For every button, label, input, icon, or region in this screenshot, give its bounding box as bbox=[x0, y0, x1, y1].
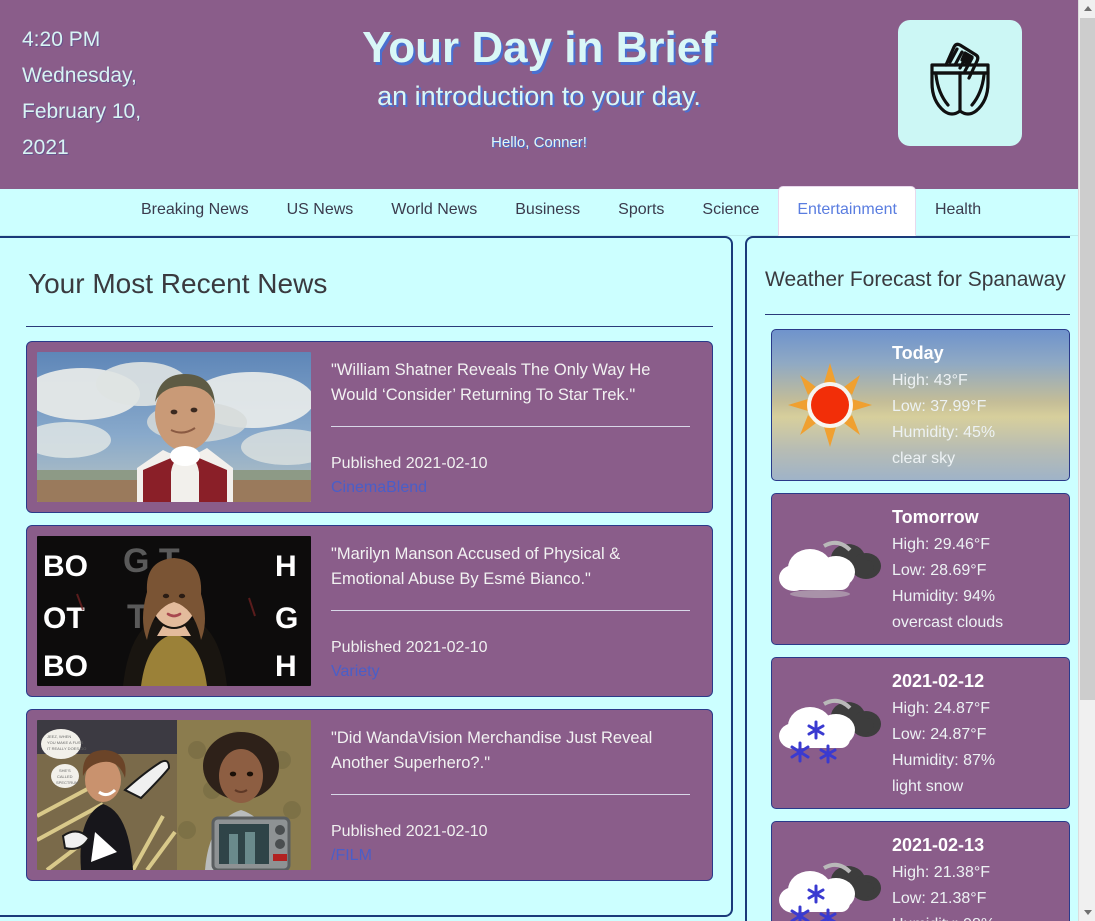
article-thumbnail[interactable] bbox=[37, 352, 311, 502]
svg-text:H: H bbox=[275, 550, 297, 583]
weather-day-label: Today bbox=[892, 343, 944, 363]
main-content: Your Most Recent News "William Shatner R… bbox=[0, 236, 1078, 921]
article-title[interactable]: "William Shatner Reveals The Only Way He… bbox=[331, 358, 690, 408]
tab-entertainment[interactable]: Entertainment bbox=[778, 186, 916, 236]
weather-day-info: Today High: 43°F Low: 37.99°F Humidity: … bbox=[888, 338, 1069, 472]
weather-low: Low: 37.99°F bbox=[892, 398, 987, 415]
news-heading-divider bbox=[26, 326, 713, 327]
weather-day-card[interactable]: 2021-02-12 High: 24.87°F Low: 24.87°F Hu… bbox=[771, 657, 1070, 809]
article-divider bbox=[331, 426, 690, 427]
article-thumbnail[interactable]: JEEZ, WHEN YOU MAKE A FUSS IT REALLY DOES… bbox=[37, 720, 311, 870]
weather-heading-divider bbox=[765, 314, 1070, 315]
weather-day-label: Tomorrow bbox=[892, 507, 979, 527]
weather-condition: light snow bbox=[892, 778, 964, 795]
article-source-link[interactable]: Variety bbox=[331, 660, 690, 684]
underwear-newspaper-icon bbox=[912, 35, 1008, 131]
svg-text:SPECTRUM: SPECTRUM bbox=[56, 780, 78, 785]
snow-cloud-icon bbox=[772, 678, 888, 788]
news-article-card[interactable]: BO OT BO H G H G T T "Marilyn Manson Acc… bbox=[26, 525, 713, 697]
snow-cloud-icon bbox=[772, 842, 888, 921]
svg-text:SHE'S: SHE'S bbox=[59, 768, 71, 773]
svg-text:OT: OT bbox=[43, 602, 85, 635]
weather-day-info: 2021-02-13 High: 21.38°F Low: 21.38°F Hu… bbox=[888, 830, 1069, 921]
weather-high: High: 24.87°F bbox=[892, 700, 991, 717]
svg-text:IT REALLY DOES GO: IT REALLY DOES GO bbox=[47, 746, 86, 751]
browser-page: 4:20 PM Wednesday, February 10, 2021 You… bbox=[0, 0, 1095, 921]
weather-day-card[interactable]: Tomorrow High: 29.46°F Low: 28.69°F Humi… bbox=[771, 493, 1070, 645]
sun-icon bbox=[772, 350, 888, 460]
app-logo[interactable] bbox=[898, 20, 1022, 146]
article-divider bbox=[331, 610, 690, 611]
article-published-date: Published 2021-02-10 bbox=[331, 455, 488, 472]
article-divider bbox=[331, 794, 690, 795]
tab-us-news[interactable]: US News bbox=[268, 186, 373, 235]
article-meta: Published 2021-02-10 Variety bbox=[331, 636, 690, 686]
tab-world-news[interactable]: World News bbox=[372, 186, 496, 235]
article-meta: Published 2021-02-10 /FILM bbox=[331, 820, 690, 870]
news-article-card[interactable]: JEEZ, WHEN YOU MAKE A FUSS IT REALLY DOES… bbox=[26, 709, 713, 881]
tab-science[interactable]: Science bbox=[683, 186, 778, 235]
weather-day-info: 2021-02-12 High: 24.87°F Low: 24.87°F Hu… bbox=[888, 666, 1069, 800]
article-thumbnail[interactable]: BO OT BO H G H G T T bbox=[37, 536, 311, 686]
weather-high: High: 43°F bbox=[892, 372, 968, 389]
news-panel-heading: Your Most Recent News bbox=[28, 268, 328, 299]
tab-breaking-news[interactable]: Breaking News bbox=[122, 186, 268, 235]
vertical-scrollbar[interactable] bbox=[1078, 0, 1095, 921]
scroll-down-icon[interactable] bbox=[1079, 904, 1095, 921]
svg-text:BO: BO bbox=[43, 550, 88, 583]
page-header: 4:20 PM Wednesday, February 10, 2021 You… bbox=[0, 0, 1078, 189]
page-viewport: 4:20 PM Wednesday, February 10, 2021 You… bbox=[0, 0, 1078, 921]
weather-high: High: 21.38°F bbox=[892, 864, 991, 881]
tab-sports[interactable]: Sports bbox=[599, 186, 683, 235]
weather-humidity: Humidity: 94% bbox=[892, 588, 996, 605]
tab-health[interactable]: Health bbox=[916, 186, 1000, 235]
svg-text:CALLED: CALLED bbox=[57, 774, 73, 779]
scroll-up-icon[interactable] bbox=[1079, 0, 1095, 17]
article-published-date: Published 2021-02-10 bbox=[331, 639, 488, 656]
weather-condition: overcast clouds bbox=[892, 614, 1004, 631]
weather-day-card[interactable]: Today High: 43°F Low: 37.99°F Humidity: … bbox=[771, 329, 1070, 481]
weather-low: Low: 28.69°F bbox=[892, 562, 987, 579]
news-article-card[interactable]: "William Shatner Reveals The Only Way He… bbox=[26, 341, 713, 513]
svg-text:YOU MAKE A FUSS: YOU MAKE A FUSS bbox=[47, 740, 84, 745]
weather-humidity: Humidity: 45% bbox=[892, 424, 996, 441]
article-title[interactable]: "Marilyn Manson Accused of Physical & Em… bbox=[331, 542, 690, 592]
article-body: "Did WandaVision Merchandise Just Reveal… bbox=[311, 720, 702, 870]
article-title[interactable]: "Did WandaVision Merchandise Just Reveal… bbox=[331, 726, 690, 776]
weather-low: Low: 21.38°F bbox=[892, 890, 987, 907]
weather-low: Low: 24.87°F bbox=[892, 726, 987, 743]
article-meta: Published 2021-02-10 CinemaBlend bbox=[331, 452, 690, 502]
overcast-clouds-icon bbox=[772, 514, 888, 624]
article-source-link[interactable]: /FILM bbox=[331, 844, 690, 868]
weather-condition: clear sky bbox=[892, 450, 956, 467]
article-published-date: Published 2021-02-10 bbox=[331, 823, 488, 840]
weather-day-card[interactable]: 2021-02-13 High: 21.38°F Low: 21.38°F Hu… bbox=[771, 821, 1070, 921]
svg-text:G: G bbox=[275, 602, 298, 635]
tab-business[interactable]: Business bbox=[496, 186, 599, 235]
weather-humidity: Humidity: 87% bbox=[892, 752, 996, 769]
article-body: "Marilyn Manson Accused of Physical & Em… bbox=[311, 536, 702, 686]
weather-panel-heading: Weather Forecast for Spanaway bbox=[765, 268, 1066, 291]
weather-day-info: Tomorrow High: 29.46°F Low: 28.69°F Humi… bbox=[888, 502, 1069, 636]
svg-text:BO: BO bbox=[43, 650, 88, 683]
weather-high: High: 29.46°F bbox=[892, 536, 991, 553]
scrollbar-thumb[interactable] bbox=[1080, 18, 1095, 700]
weather-panel: Weather Forecast for Spanaway Today High… bbox=[745, 236, 1070, 921]
svg-text:H: H bbox=[275, 650, 297, 683]
svg-text:JEEZ, WHEN: JEEZ, WHEN bbox=[47, 734, 71, 739]
weather-day-label: 2021-02-13 bbox=[892, 835, 985, 855]
category-nav: Breaking News US News World News Busines… bbox=[0, 186, 1078, 236]
weather-humidity: Humidity: 98% bbox=[892, 912, 1069, 921]
article-source-link[interactable]: CinemaBlend bbox=[331, 476, 690, 500]
weather-day-label: 2021-02-12 bbox=[892, 671, 985, 691]
news-panel: Your Most Recent News "William Shatner R… bbox=[0, 236, 733, 917]
article-body: "William Shatner Reveals The Only Way He… bbox=[311, 352, 702, 502]
